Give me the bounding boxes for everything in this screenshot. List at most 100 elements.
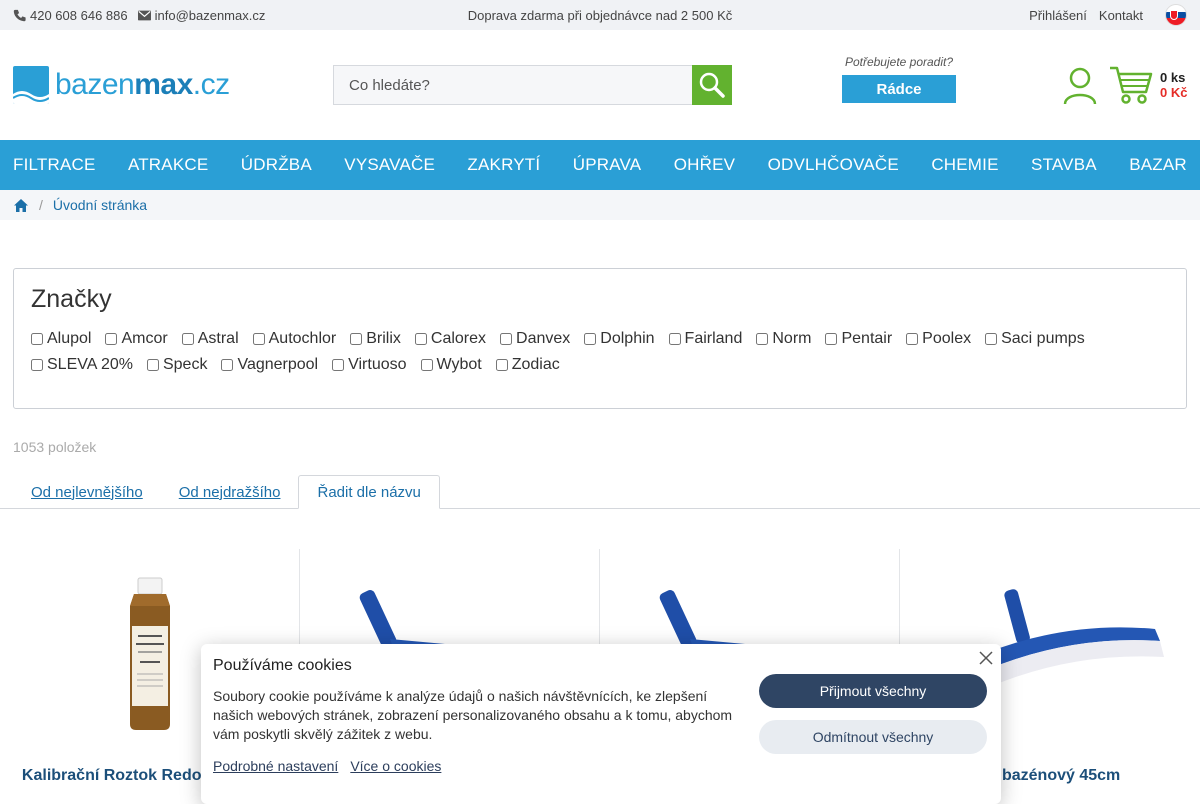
brand-label: Danvex bbox=[516, 330, 571, 347]
brand-checkbox[interactable] bbox=[668, 333, 681, 345]
nav-item-chemie[interactable]: CHEMIE bbox=[931, 155, 998, 175]
brand-option[interactable]: Danvex bbox=[500, 330, 570, 348]
brand-label: Saci pumps bbox=[1001, 330, 1085, 347]
brand-checkbox[interactable] bbox=[414, 333, 427, 345]
breadcrumb-separator: / bbox=[39, 197, 43, 213]
brand-label: Vagnerpool bbox=[237, 356, 319, 373]
brand-label: Dolphin bbox=[600, 330, 655, 347]
brand-label: Norm bbox=[772, 330, 812, 347]
brand-option[interactable]: Pentair bbox=[825, 330, 892, 348]
nav-item-filtrace[interactable]: FILTRACE bbox=[13, 155, 96, 175]
slovak-flag-icon[interactable] bbox=[1165, 4, 1187, 26]
phone-link[interactable]: 420 608 646 886 bbox=[13, 8, 128, 23]
brand-option[interactable]: Norm bbox=[756, 330, 811, 348]
brand-checkbox[interactable] bbox=[31, 359, 43, 371]
brand-label: Calorex bbox=[430, 330, 487, 347]
brand-option[interactable]: Dolphin bbox=[584, 330, 655, 348]
nav-item-zakryti[interactable]: ZAKRYTÍ bbox=[467, 155, 540, 175]
brand-checkbox[interactable] bbox=[252, 333, 265, 345]
brand-label: Speck bbox=[162, 356, 208, 373]
contact-info: 420 608 646 886 info@bazenmax.cz bbox=[13, 8, 265, 23]
brand-checkbox[interactable] bbox=[756, 333, 769, 345]
brand-option[interactable]: Speck bbox=[146, 356, 208, 374]
brand-option[interactable]: Vagnerpool bbox=[221, 356, 318, 374]
tab-sort-expensive[interactable]: Od nejdražšího bbox=[161, 475, 299, 509]
cart-count: 0 ks bbox=[1160, 70, 1186, 85]
cart-price: 0 Kč bbox=[1160, 85, 1188, 100]
nav-item-vysavace[interactable]: VYSAVAČE bbox=[344, 155, 435, 175]
brand-option[interactable]: Amcor bbox=[105, 330, 168, 348]
nav-item-stavba[interactable]: STAVBA bbox=[1031, 155, 1097, 175]
brand-option[interactable]: Calorex bbox=[414, 330, 487, 348]
search-input[interactable] bbox=[333, 65, 692, 105]
tab-sort-cheapest[interactable]: Od nejlevnějšího bbox=[13, 475, 161, 509]
brand-option[interactable]: SLEVA 20% bbox=[31, 356, 133, 374]
cookie-settings-link[interactable]: Podrobné nastavení bbox=[213, 758, 338, 774]
user-account-icon[interactable] bbox=[1062, 66, 1098, 111]
brand-label: Autochlor bbox=[268, 330, 337, 347]
cart-summary[interactable]: 0 ks 0 Kč bbox=[1160, 70, 1187, 100]
cookie-more-link[interactable]: Více o cookies bbox=[350, 758, 441, 774]
brand-label: Alupol bbox=[47, 330, 92, 347]
brand-option[interactable]: Fairland bbox=[668, 330, 743, 348]
reject-all-button[interactable]: Odmítnout všechny bbox=[759, 720, 987, 754]
brand-option[interactable]: Virtuoso bbox=[332, 356, 407, 374]
brand-option[interactable]: Astral bbox=[181, 330, 239, 348]
contact-link[interactable]: Kontakt bbox=[1099, 8, 1143, 23]
logo[interactable]: bazenmax.cz bbox=[13, 66, 333, 104]
search-icon bbox=[699, 72, 725, 98]
accept-all-button[interactable]: Přijmout všechny bbox=[759, 674, 987, 708]
brand-option[interactable]: Wybot bbox=[420, 356, 482, 374]
advice-question: Potřebujete poradit? bbox=[844, 55, 954, 69]
brand-option[interactable]: Alupol bbox=[31, 330, 91, 348]
email-link[interactable]: info@bazenmax.cz bbox=[137, 8, 265, 23]
shopping-cart-icon[interactable] bbox=[1108, 64, 1154, 111]
nav-item-atrakce[interactable]: ATRAKCE bbox=[128, 155, 208, 175]
brand-checkbox[interactable] bbox=[500, 333, 513, 345]
home-icon[interactable] bbox=[13, 198, 29, 213]
brand-checkbox[interactable] bbox=[906, 333, 919, 345]
brand-checkbox[interactable] bbox=[146, 359, 159, 371]
wave-logo-icon bbox=[13, 66, 49, 104]
brand-checkbox[interactable] bbox=[181, 333, 194, 345]
nav-item-bazar[interactable]: BAZAR bbox=[1129, 155, 1187, 175]
tab-sort-name[interactable]: Řadit dle názvu bbox=[298, 475, 440, 509]
close-icon[interactable] bbox=[977, 649, 995, 667]
brand-option[interactable]: Saci pumps bbox=[985, 330, 1085, 348]
nav-item-ohrev[interactable]: OHŘEV bbox=[674, 155, 735, 175]
brand-label: Poolex bbox=[922, 330, 972, 347]
brand-label: Virtuoso bbox=[348, 356, 407, 373]
sort-tabs: Od nejlevnějšího Od nejdražšího Řadit dl… bbox=[0, 475, 1200, 509]
cookie-text: Soubory cookie používáme k analýze údajů… bbox=[213, 688, 733, 742]
brand-option[interactable]: Autochlor bbox=[252, 330, 337, 348]
envelope-icon bbox=[137, 10, 151, 20]
brand-option[interactable]: Poolex bbox=[906, 330, 971, 348]
breadcrumb-home-link[interactable]: Úvodní stránka bbox=[53, 197, 147, 213]
brand-label: Wybot bbox=[436, 356, 482, 373]
brand-checkbox[interactable] bbox=[420, 359, 433, 371]
nav-item-udrzba[interactable]: ÚDRŽBA bbox=[241, 155, 312, 175]
nav-item-uprava[interactable]: ÚPRAVA bbox=[573, 155, 642, 175]
login-link[interactable]: Přihlášení bbox=[1029, 8, 1087, 23]
brand-option[interactable]: Brilix bbox=[350, 330, 401, 348]
search-form bbox=[333, 65, 732, 105]
brand-label: Fairland bbox=[684, 330, 743, 347]
brand-checkbox[interactable] bbox=[825, 333, 838, 345]
advice-button[interactable]: Rádce bbox=[842, 75, 956, 103]
brand-checkbox[interactable] bbox=[332, 359, 345, 371]
brand-checkbox[interactable] bbox=[350, 333, 363, 345]
nav-item-odvlhcovace[interactable]: ODVLHČOVAČE bbox=[768, 155, 899, 175]
brand-option[interactable]: Zodiac bbox=[495, 356, 560, 374]
top-bar: 420 608 646 886 info@bazenmax.cz Doprava… bbox=[0, 0, 1200, 30]
brand-checkbox[interactable] bbox=[495, 359, 508, 371]
search-button[interactable] bbox=[692, 65, 732, 105]
brand-checkbox[interactable] bbox=[31, 333, 43, 345]
brand-checkbox[interactable] bbox=[221, 359, 234, 371]
brand-checkbox[interactable] bbox=[985, 333, 998, 345]
breadcrumb: / Úvodní stránka bbox=[0, 190, 1200, 220]
brand-checkbox[interactable] bbox=[584, 333, 597, 345]
brand-checkbox[interactable] bbox=[105, 333, 118, 345]
cookie-banner: Používáme cookies Soubory cookie používá… bbox=[201, 644, 1001, 804]
brand-label: Zodiac bbox=[511, 356, 560, 373]
phone-icon bbox=[13, 9, 26, 21]
